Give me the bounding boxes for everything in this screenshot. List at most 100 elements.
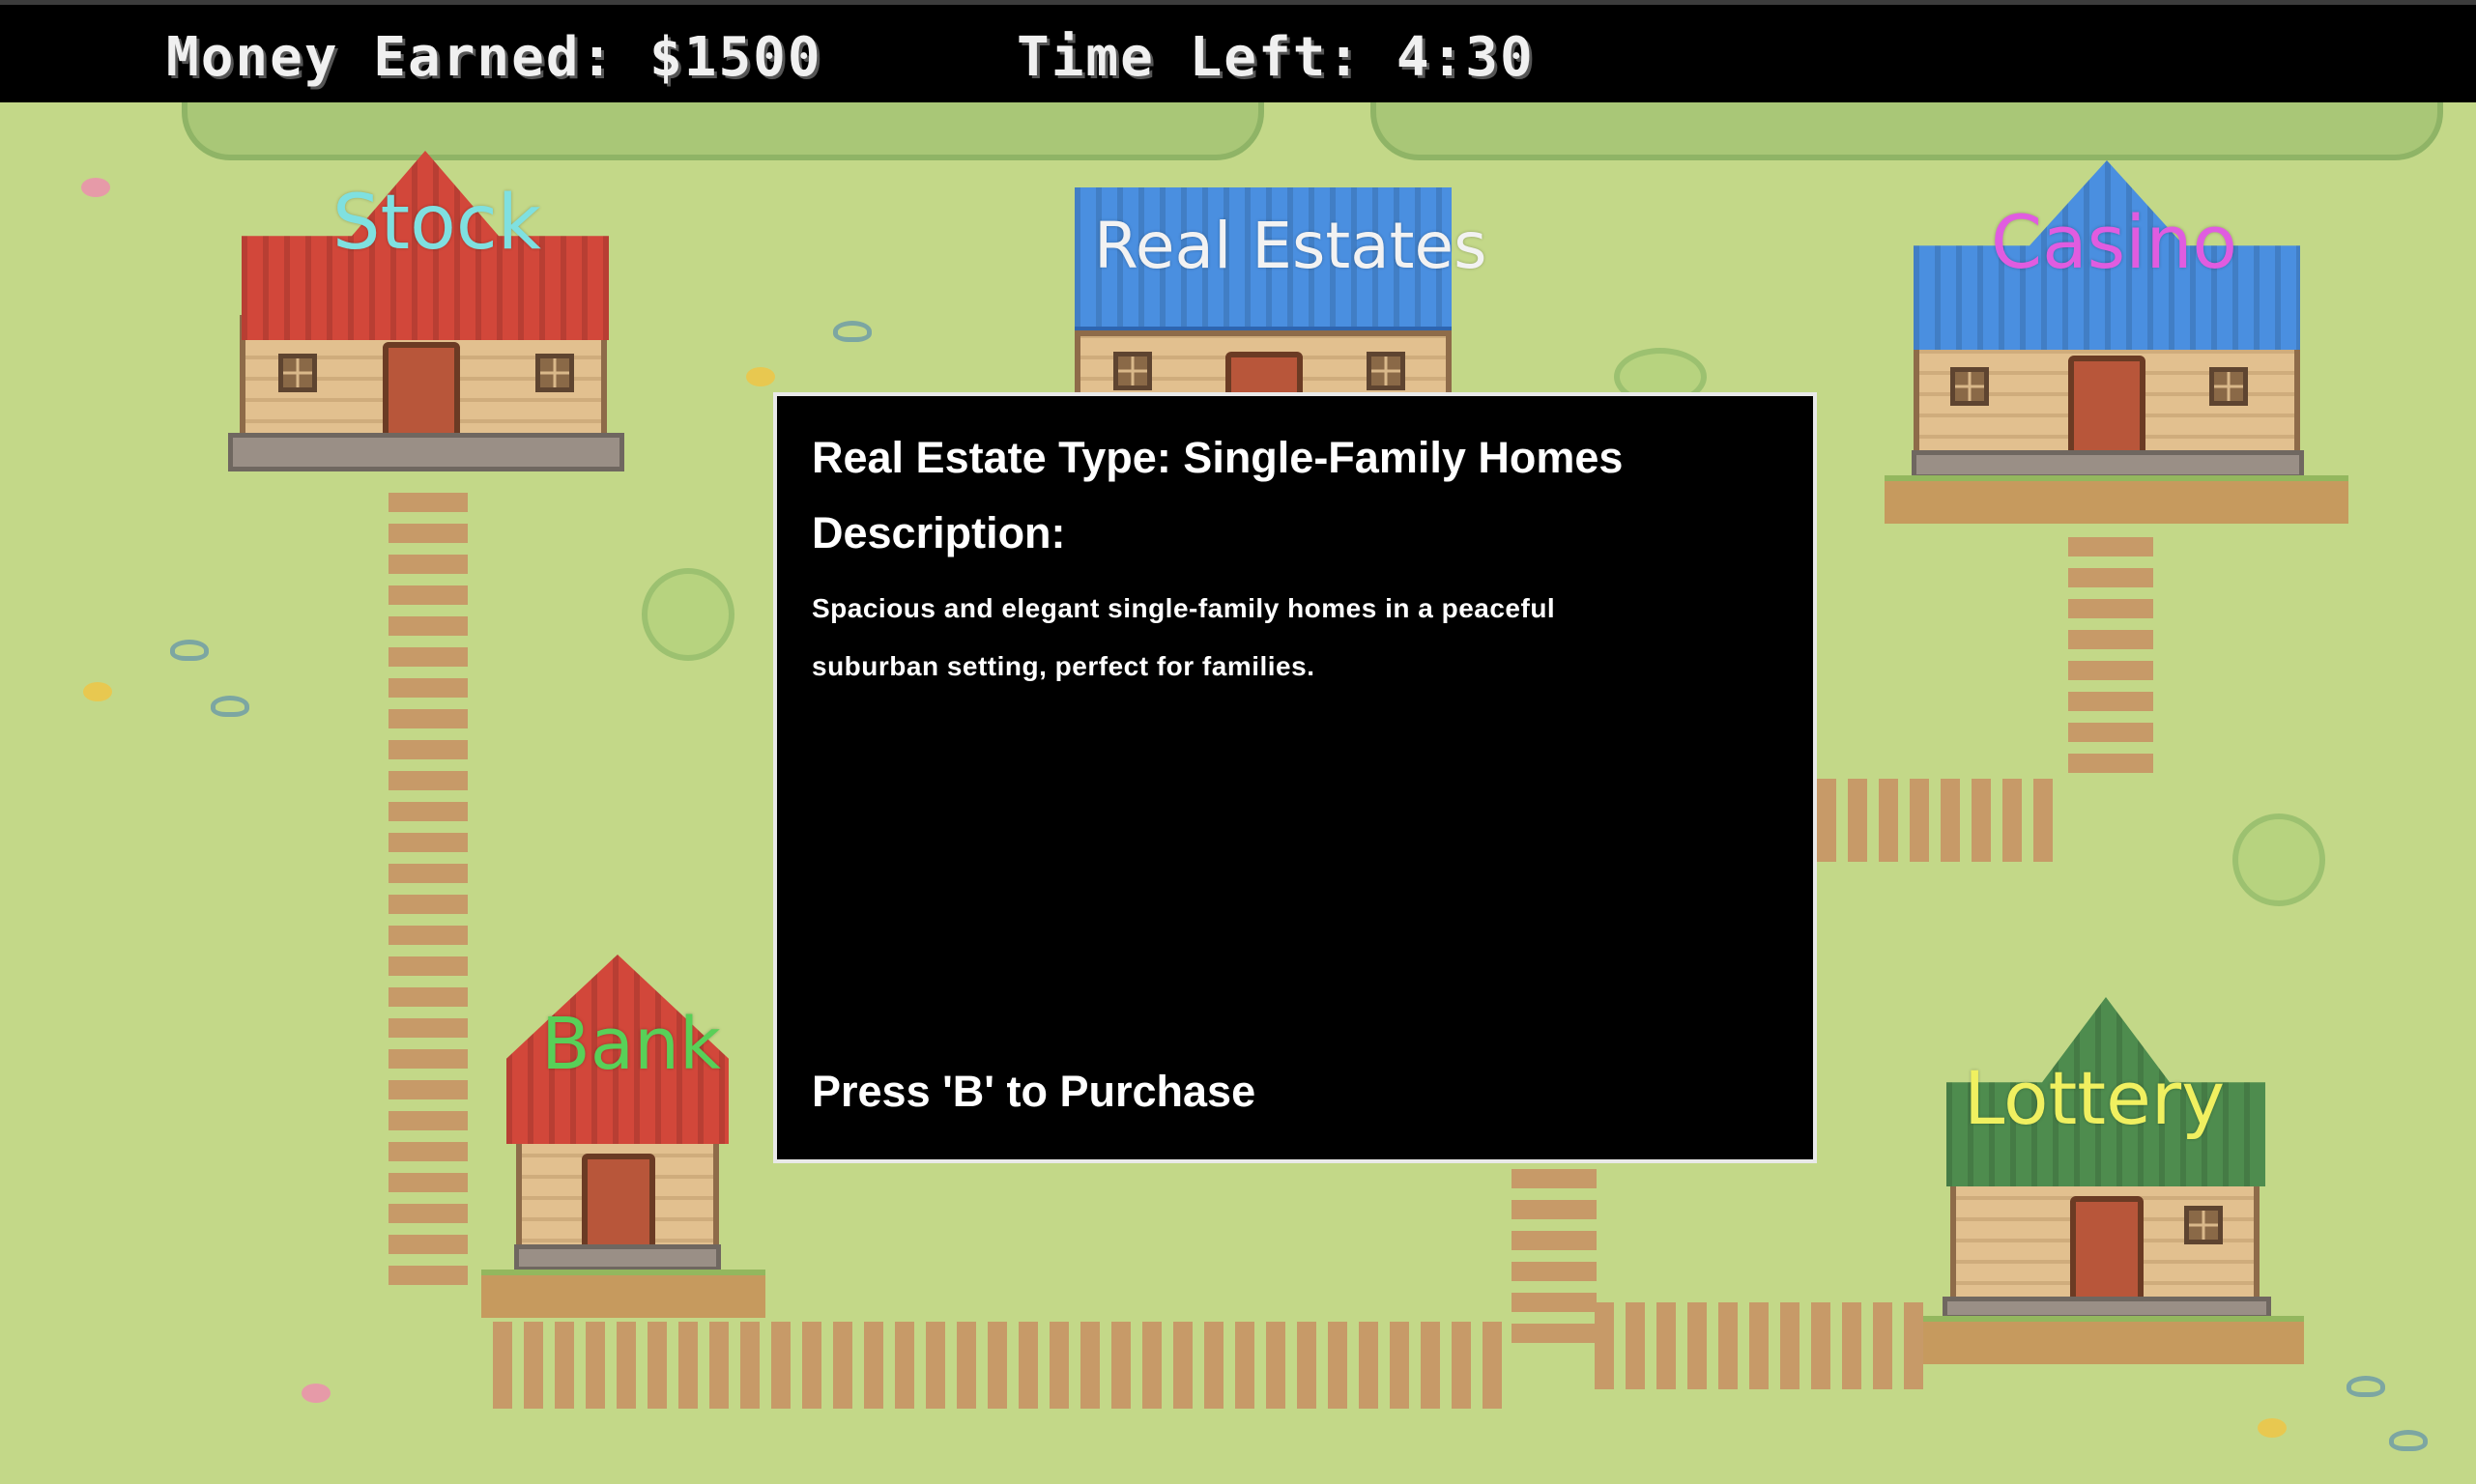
path-plank <box>1656 1302 1676 1389</box>
path-plank <box>389 1018 468 1038</box>
window <box>2209 367 2248 406</box>
path-plank <box>389 1235 468 1254</box>
path-plank <box>1687 1302 1707 1389</box>
path-plank <box>389 1142 468 1161</box>
path-plank <box>1512 1324 1597 1343</box>
path-plank <box>617 1322 636 1409</box>
path-plank <box>1512 1293 1597 1312</box>
flower-decor <box>83 682 112 701</box>
path-plank <box>389 833 468 852</box>
path-plank <box>524 1322 543 1409</box>
game-map: Money Earned: $1500 Time Left: 4:30 Stoc… <box>0 0 2476 1484</box>
path-plank <box>771 1322 791 1409</box>
real-estates-building[interactable]: Real Estates <box>1071 187 1487 410</box>
dirt-patch <box>1885 475 2348 524</box>
window <box>2184 1206 2223 1244</box>
path-plank <box>389 616 468 636</box>
stock-building[interactable]: Stock <box>228 151 624 479</box>
path-plank <box>1483 1322 1502 1409</box>
building-base <box>514 1244 721 1271</box>
path-plank <box>555 1322 574 1409</box>
flower-decor <box>746 367 775 386</box>
path-plank <box>389 1204 468 1223</box>
lottery-building[interactable]: Lottery <box>1923 997 2304 1374</box>
casino-building[interactable]: Casino <box>1885 160 2348 528</box>
path-plank <box>2033 779 2053 862</box>
path-plank <box>1817 779 1836 862</box>
path-plank <box>833 1322 852 1409</box>
path-plank <box>1512 1231 1597 1250</box>
real-estate-type-text: Real Estate Type: Single-Family Homes <box>812 433 1624 482</box>
path-plank <box>957 1322 976 1409</box>
path-plank <box>1328 1322 1347 1409</box>
sprout-decor <box>211 696 249 717</box>
real-estate-info-dialog: Real Estate Type: Single-Family Homes De… <box>773 392 1817 1163</box>
path-plank <box>2068 754 2153 773</box>
path-plank <box>1873 1302 1892 1389</box>
building-door[interactable] <box>2068 356 2145 462</box>
path-plank <box>586 1322 605 1409</box>
path-plank <box>389 802 468 821</box>
path-plank <box>1512 1262 1597 1281</box>
path-plank <box>389 585 468 605</box>
flower-decor <box>302 1384 331 1403</box>
path-plank <box>1204 1322 1224 1409</box>
path-plank <box>1050 1322 1069 1409</box>
path-plank <box>2068 630 2153 649</box>
path-plank <box>389 524 468 543</box>
lottery-label: Lottery <box>1964 1055 2226 1141</box>
real-estates-label: Real Estates <box>1094 209 1487 283</box>
path-plank <box>1972 779 1991 862</box>
path-plank <box>389 987 468 1007</box>
path-plank <box>389 1266 468 1285</box>
building-base <box>228 433 624 471</box>
path-plank <box>2068 723 2153 742</box>
building-door[interactable] <box>2070 1196 2144 1304</box>
window <box>1113 352 1152 390</box>
path-plank <box>895 1322 914 1409</box>
dirt-patch <box>1923 1316 2304 1364</box>
path-plank <box>1595 1302 1614 1389</box>
path-plank <box>1266 1322 1285 1409</box>
bank-building[interactable]: Bank <box>481 955 771 1322</box>
building-door[interactable] <box>582 1154 655 1258</box>
path-plank <box>1173 1322 1193 1409</box>
round-bush <box>2232 813 2325 906</box>
path-plank <box>493 1322 512 1409</box>
path-plank <box>389 864 468 883</box>
path-plank <box>389 1049 468 1069</box>
money-earned-display: Money Earned: $1500 <box>166 26 822 89</box>
path-plank <box>1421 1322 1440 1409</box>
path-plank <box>1142 1322 1162 1409</box>
path-plank <box>1297 1322 1316 1409</box>
path-plank <box>1749 1302 1769 1389</box>
path-plank <box>389 493 468 512</box>
path-plank <box>389 647 468 667</box>
round-bush <box>642 568 734 661</box>
path-plank <box>389 709 468 728</box>
path-plank <box>1910 779 1929 862</box>
path-plank <box>1848 779 1867 862</box>
window <box>278 354 317 392</box>
hedge-right <box>1370 102 2443 160</box>
path-plank <box>864 1322 883 1409</box>
path-plank <box>1512 1200 1597 1219</box>
path-plank <box>648 1322 667 1409</box>
sprout-decor <box>2389 1430 2428 1451</box>
window <box>535 354 574 392</box>
path-plank <box>988 1322 1007 1409</box>
path-plank <box>740 1322 760 1409</box>
path-plank <box>1235 1322 1254 1409</box>
purchase-prompt: Press 'B' to Purchase <box>812 1067 1256 1116</box>
description-text: Spacious and elegant single-family homes… <box>812 593 1556 681</box>
path-plank <box>1811 1302 1830 1389</box>
path-plank <box>1879 779 1898 862</box>
path-plank <box>389 895 468 914</box>
path-plank <box>389 678 468 698</box>
path-plank <box>1718 1302 1738 1389</box>
dirt-patch <box>481 1270 765 1318</box>
path-plank <box>2068 568 2153 587</box>
path-plank <box>1111 1322 1131 1409</box>
path-plank <box>1780 1302 1799 1389</box>
path-plank <box>389 1173 468 1192</box>
